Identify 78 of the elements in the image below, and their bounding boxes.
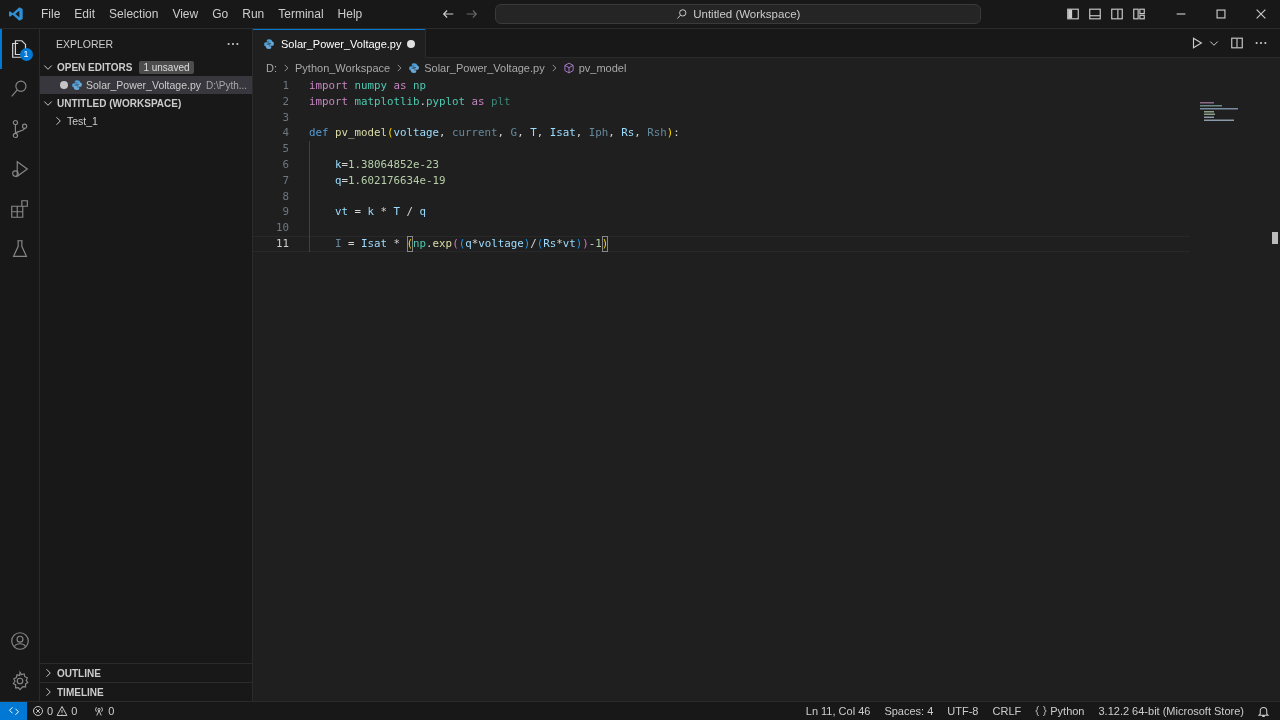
line-number: 11 (275, 235, 289, 252)
menu-item[interactable]: Selection (102, 4, 166, 24)
code-line: def pv_model(voltage, current, G, T, Isat, Iph, Rs, Rsh): (309, 125, 680, 142)
menu-item[interactable]: Help (330, 4, 370, 24)
line-number: 7 (281, 172, 289, 189)
menu-item[interactable]: Terminal (271, 4, 331, 24)
warning-icon (56, 705, 69, 717)
python-icon (408, 62, 421, 74)
menu-item[interactable]: Go (205, 4, 236, 24)
language-mode[interactable]: Python (1028, 705, 1092, 717)
line-number: 8 (281, 188, 289, 205)
code-line: import matplotlib.pyplot as plt (309, 93, 511, 110)
toggle-secondary-sidebar-icon[interactable] (1110, 7, 1124, 21)
code-line: k=1.38064852e-23 (335, 157, 440, 173)
cube-icon (562, 62, 575, 74)
customize-layout-icon[interactable] (1132, 7, 1146, 21)
breadcrumb-item[interactable]: D: (266, 62, 277, 74)
breadcrumb-item[interactable]: Solar_Power_Voltage.py (408, 62, 545, 74)
line-number: 4 (281, 125, 289, 142)
unsaved-badge: 1 unsaved (139, 60, 194, 74)
code-line: import numpy as np (309, 78, 427, 94)
line-number: 2 (281, 93, 289, 110)
problems-item[interactable]: 0 0 (27, 705, 83, 717)
python-icon (71, 79, 83, 91)
toggle-sidebar-icon[interactable] (1066, 7, 1080, 21)
status-item[interactable]: Spaces: 4 (877, 705, 941, 717)
overview-ruler-marker (1272, 232, 1278, 244)
toggle-panel-icon[interactable] (1088, 7, 1102, 21)
ports-item[interactable]: 0 (88, 705, 120, 717)
line-number: 10 (275, 220, 289, 236)
status-item[interactable]: 3.12.2 64-bit (Microsoft Store) (1091, 705, 1251, 717)
section-header[interactable]: UNTITLED (WORKSPACE) (40, 94, 252, 112)
python-icon (263, 37, 275, 50)
status-item[interactable]: UTF-8 (940, 705, 986, 717)
code-line: vt = k * T / q (335, 204, 427, 221)
minimap-drawing (1200, 102, 1240, 122)
line-number: 6 (281, 157, 289, 173)
status-item[interactable]: CRLF (985, 705, 1029, 717)
command-center[interactable]: Untitled (Workspace) (495, 4, 982, 24)
menu-item[interactable]: Run (235, 4, 272, 24)
editor-tab[interactable]: Solar_Power_Voltage.py (253, 29, 427, 58)
broadcast-icon (93, 705, 106, 717)
split-editor-icon[interactable] (1230, 36, 1244, 50)
breadcrumb-item[interactable]: pv_model (562, 62, 627, 74)
file-path: D:\Pyth... (206, 79, 248, 91)
remote-icon (7, 705, 20, 717)
code-line: I = Isat * (np.exp((q*voltage)/(Rs*vt))-1) (335, 235, 609, 252)
code-line: q=1.602176634e-19 (335, 172, 446, 189)
line-number: 3 (281, 109, 289, 126)
status-item[interactable]: Ln 11, Col 46 (798, 705, 878, 717)
close-icon[interactable] (1254, 7, 1268, 21)
chevron-icon (281, 63, 291, 73)
folder-item[interactable]: Test_1 (40, 112, 252, 130)
menu-item[interactable]: File (34, 4, 68, 24)
menu-item[interactable]: Edit (67, 4, 103, 24)
open-editor-item[interactable]: Solar_Power_Voltage.py D:\Pyth... (40, 76, 252, 94)
breadcrumb-item[interactable]: Python_Workspace (295, 62, 391, 74)
notifications-icon[interactable] (1257, 704, 1270, 718)
error-icon (32, 705, 44, 717)
account-icon[interactable] (8, 630, 31, 652)
unsaved-dot-icon[interactable] (407, 39, 416, 48)
menu-item[interactable]: View (165, 4, 206, 24)
maximize-icon[interactable] (1214, 7, 1228, 21)
sidebar-title: EXPLORER (56, 37, 114, 50)
run-icon[interactable] (1190, 36, 1204, 50)
notification-badge: 1 (19, 48, 33, 61)
forward-arrow-icon[interactable] (465, 7, 480, 21)
line-number: 1 (281, 78, 289, 94)
section-header[interactable]: OPEN EDITORS 1 unsaved (40, 58, 252, 76)
back-arrow-icon[interactable] (441, 7, 456, 21)
vscode-logo-icon (8, 6, 24, 22)
search-icon (676, 8, 689, 20)
line-number: 9 (281, 204, 289, 221)
unsaved-dot-icon[interactable] (60, 81, 68, 89)
line-number: 5 (281, 141, 289, 157)
extensions-icon[interactable] (8, 198, 31, 220)
braces-icon (1035, 705, 1048, 717)
section-header[interactable]: OUTLINE (40, 663, 252, 682)
